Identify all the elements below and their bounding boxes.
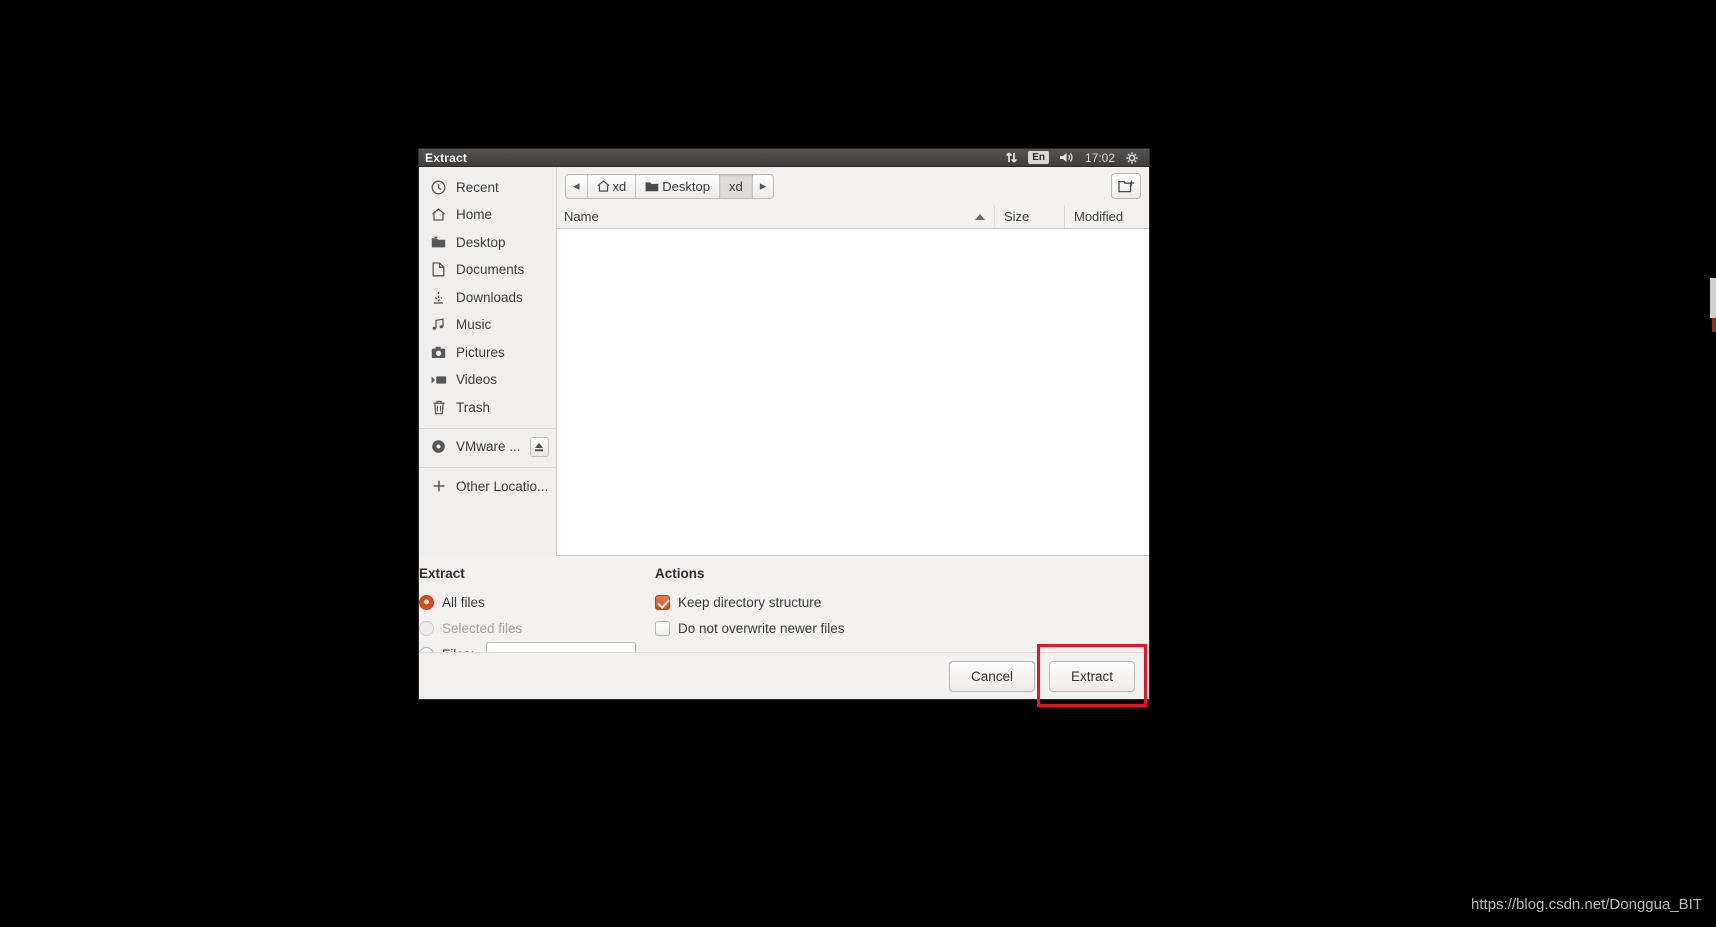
sidebar-item-label: VMware ...: [456, 439, 521, 455]
sidebar-item-desktop[interactable]: Desktop: [419, 228, 556, 256]
checkbox-do-not-overwrite[interactable]: Do not overwrite newer files: [655, 615, 1149, 641]
disc-icon: [430, 438, 447, 455]
radio-all-files[interactable]: All files: [419, 589, 655, 615]
column-header-size[interactable]: Size: [995, 205, 1065, 229]
dialog-action-bar: Cancel Extract: [419, 643, 1149, 707]
places-sidebar: Recent Home Desktop Documents Downloads …: [419, 167, 557, 557]
sidebar-item-documents[interactable]: Documents: [419, 256, 556, 284]
home-icon: [596, 180, 610, 193]
watermark: https://blog.csdn.net/Donggua_BIT: [1471, 896, 1702, 913]
cancel-button[interactable]: Cancel: [949, 660, 1035, 692]
clock[interactable]: 17:02: [1085, 151, 1115, 165]
network-updown-icon[interactable]: [1005, 151, 1018, 164]
column-label: Size: [1004, 209, 1030, 225]
radio-icon: [419, 620, 434, 636]
sidebar-item-vmware[interactable]: VMware ...: [419, 433, 556, 461]
window-title: Extract: [425, 150, 468, 165]
checkbox-icon: [655, 620, 670, 636]
new-folder-button[interactable]: [1111, 173, 1141, 200]
sidebar-item-label: Videos: [456, 372, 498, 388]
actions-group-heading: Actions: [655, 566, 705, 582]
radio-selected-files: Selected files: [419, 615, 655, 641]
sidebar-item-recent[interactable]: Recent: [419, 173, 556, 201]
video-icon: [430, 371, 447, 388]
extract-button-wrap: Extract: [1037, 643, 1147, 707]
file-browser-pane: ◂ xd Desktop xd ▸ Name Size Modified: [557, 167, 1149, 557]
keyboard-layout-indicator[interactable]: En: [1028, 151, 1049, 165]
dialog-titlebar: Extract En 17:02: [419, 149, 1149, 168]
sidebar-divider: [419, 427, 556, 429]
sidebar-item-pictures[interactable]: Pictures: [419, 338, 556, 366]
sidebar-item-label: Desktop: [456, 234, 506, 250]
breadcrumb-label: Desktop: [662, 178, 710, 194]
actions-options-group: Actions Keep directory structure Do not …: [655, 566, 1149, 652]
gear-icon[interactable]: [1125, 151, 1139, 165]
eject-icon[interactable]: [529, 436, 549, 457]
music-note-icon: [430, 316, 447, 333]
sidebar-item-label: Trash: [456, 399, 491, 415]
breadcrumb-item-current[interactable]: xd: [719, 174, 753, 198]
home-icon: [430, 206, 447, 223]
path-forward-button[interactable]: ▸: [753, 175, 774, 198]
checkbox-icon: [655, 594, 670, 610]
sidebar-item-music[interactable]: Music: [419, 311, 556, 339]
extract-dialog: Extract En 17:02 Recent Home Desktop Doc…: [418, 148, 1150, 707]
volume-icon[interactable]: [1059, 151, 1075, 164]
new-folder-icon: [1117, 180, 1134, 193]
sidebar-item-home[interactable]: Home: [419, 201, 556, 229]
options-panel: Extract All files Selected files Files: …: [419, 556, 1149, 667]
folder-icon: [645, 182, 659, 192]
screen-edge-artifact-2: [1712, 318, 1716, 332]
sidebar-item-label: Other Locatio...: [456, 478, 549, 494]
clock-icon: [430, 179, 447, 196]
checkbox-keep-directory-structure[interactable]: Keep directory structure: [655, 589, 1149, 615]
breadcrumb-label: xd: [612, 178, 627, 194]
folder-icon: [430, 234, 447, 251]
sidebar-item-label: Documents: [456, 262, 525, 278]
file-list-header: Name Size Modified: [557, 205, 1149, 230]
sidebar-item-label: Home: [456, 207, 493, 223]
sidebar-divider-2: [419, 467, 556, 469]
plus-icon: [430, 478, 447, 495]
sidebar-item-label: Recent: [456, 179, 499, 195]
sidebar-item-videos[interactable]: Videos: [419, 366, 556, 394]
column-header-modified[interactable]: Modified: [1065, 205, 1149, 228]
trash-icon: [430, 399, 447, 416]
radio-icon: [419, 594, 434, 610]
sidebar-item-label: Downloads: [456, 289, 523, 305]
extract-group-heading: Extract: [419, 566, 465, 582]
extract-options-group: Extract All files Selected files Files:: [419, 566, 655, 667]
column-label: Name: [564, 209, 599, 225]
system-tray: En 17:02: [1005, 151, 1143, 165]
sidebar-item-other-locations[interactable]: Other Locatio...: [419, 472, 556, 500]
path-back-button[interactable]: ◂: [566, 174, 588, 198]
radio-label: Selected files: [442, 620, 523, 636]
sidebar-item-label: Pictures: [456, 344, 505, 360]
sidebar-item-downloads[interactable]: Downloads: [419, 283, 556, 311]
sidebar-item-label: Music: [456, 317, 492, 333]
breadcrumb-item-desktop[interactable]: Desktop: [636, 174, 720, 198]
dialog-body: Recent Home Desktop Documents Downloads …: [419, 167, 1149, 557]
column-label: Modified: [1074, 209, 1124, 225]
download-icon: [430, 289, 447, 306]
extract-button[interactable]: Extract: [1049, 660, 1135, 692]
camera-icon: [430, 344, 447, 361]
path-bar: ◂ xd Desktop xd ▸: [557, 167, 1149, 205]
file-list[interactable]: [557, 229, 1149, 557]
radio-label: All files: [442, 594, 485, 610]
breadcrumb-label: xd: [728, 178, 743, 194]
screen-edge-artifact: [1710, 278, 1716, 318]
checkbox-label: Keep directory structure: [678, 594, 822, 610]
screen: a A Extract En 17:02: [0, 0, 1716, 927]
breadcrumb-item-home[interactable]: xd: [588, 174, 637, 198]
sidebar-item-trash[interactable]: Trash: [419, 393, 556, 421]
sort-ascending-icon: [975, 213, 985, 220]
breadcrumb: ◂ xd Desktop xd ▸: [565, 173, 775, 199]
checkbox-label: Do not overwrite newer files: [678, 620, 845, 636]
document-icon: [430, 261, 447, 278]
column-header-name[interactable]: Name: [557, 205, 995, 229]
